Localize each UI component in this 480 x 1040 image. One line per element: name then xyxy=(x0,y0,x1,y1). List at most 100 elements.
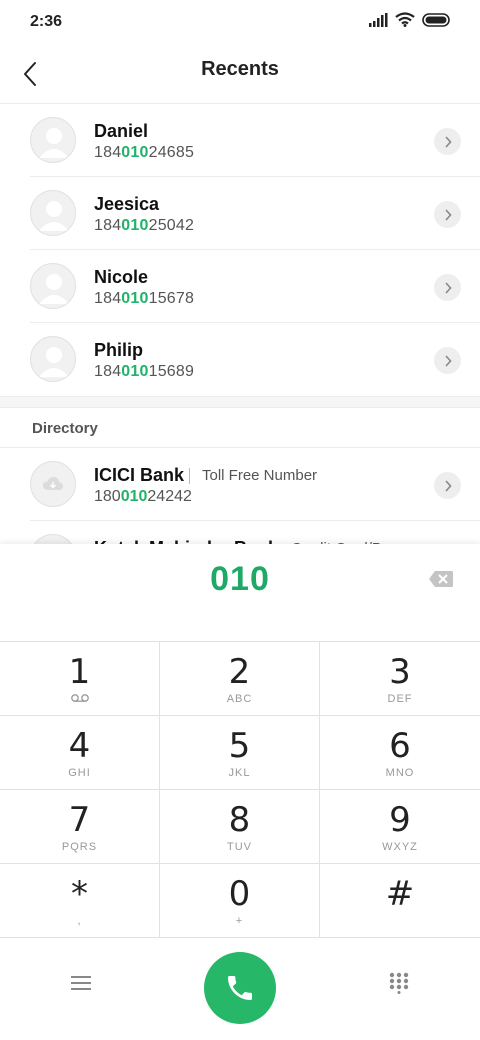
status-time: 2:36 xyxy=(30,13,63,30)
dialed-number: 010 xyxy=(210,560,270,598)
recent-contact-row[interactable]: Nicole 18401015678 xyxy=(0,250,480,323)
contact-number: 18401015689 xyxy=(94,363,194,381)
directory-number: 18001024242 xyxy=(94,488,192,506)
number-prefix: 180 xyxy=(94,488,121,505)
key-digit: 5 xyxy=(228,726,251,766)
number-prefix: 184 xyxy=(94,290,122,307)
contact-name: Nicole xyxy=(94,267,149,287)
key-digit: 1 xyxy=(68,652,91,692)
contact-number: 18401015678 xyxy=(94,290,194,308)
key-2[interactable]: 2 ABC xyxy=(160,642,320,716)
avatar xyxy=(30,336,76,382)
page-title: Recents xyxy=(201,58,279,80)
key-digit: 4 xyxy=(68,726,91,766)
key-6[interactable]: 6 MNO xyxy=(320,716,480,790)
chevron-right-icon xyxy=(444,281,452,294)
number-suffix: 15678 xyxy=(148,290,195,307)
backspace-button[interactable] xyxy=(428,570,454,590)
dialer-panel: 010 1 2 ABC 3 DEF 4 GHI 5 JKL 6 MNO 7 PQ… xyxy=(0,544,480,1040)
chevron-right-icon xyxy=(444,135,452,148)
key-8[interactable]: 8 TUV xyxy=(160,790,320,864)
chevron-right-icon xyxy=(444,208,452,221)
key-digit: * xyxy=(71,874,88,914)
chevron-right-icon xyxy=(444,479,452,492)
directory-section-header: Directory xyxy=(0,408,480,448)
contact-name: Philip xyxy=(94,340,143,360)
contact-number: 18401024685 xyxy=(94,144,194,162)
key-letters: MNO xyxy=(385,767,415,779)
key-digit: # xyxy=(385,874,415,914)
number-match: 010 xyxy=(120,488,148,505)
keypad: 1 2 ABC 3 DEF 4 GHI 5 JKL 6 MNO 7 PQRS 8… xyxy=(0,642,480,938)
key-letters: PQRS xyxy=(61,841,98,853)
key-letters: + xyxy=(235,915,244,927)
contact-name: Jeesica xyxy=(94,194,160,214)
contact-name: Daniel xyxy=(94,121,149,141)
key-digit: 0 xyxy=(228,874,251,914)
key-hash[interactable]: # xyxy=(320,864,480,938)
battery-icon xyxy=(422,12,452,32)
key-4[interactable]: 4 GHI xyxy=(0,716,160,790)
avatar xyxy=(30,190,76,236)
menu-button[interactable] xyxy=(66,968,96,998)
dial-display: 010 xyxy=(0,544,480,642)
recent-contact-row[interactable]: Jeesica 18401025042 xyxy=(0,177,480,250)
recent-contact-row[interactable]: Daniel 18401024685 xyxy=(0,104,480,177)
signal-icon xyxy=(368,12,388,32)
dialpad-icon xyxy=(389,972,409,994)
key-5[interactable]: 5 JKL xyxy=(160,716,320,790)
key-1[interactable]: 1 xyxy=(0,642,160,716)
backspace-icon xyxy=(429,571,453,587)
dialpad-toggle-button[interactable] xyxy=(384,968,414,998)
header: Recents xyxy=(0,44,480,104)
number-match: 010 xyxy=(121,290,149,307)
key-letters: WXYZ xyxy=(382,841,418,853)
status-bar: 2:36 xyxy=(0,0,480,44)
number-prefix: 184 xyxy=(94,144,122,161)
number-match: 010 xyxy=(121,217,149,234)
key-letters: JKL xyxy=(228,767,251,779)
directory-avatar xyxy=(30,461,76,507)
number-prefix: 184 xyxy=(94,217,122,234)
key-digit: 3 xyxy=(389,652,411,692)
number-match: 010 xyxy=(121,144,149,161)
menu-icon xyxy=(71,976,91,990)
key-star[interactable]: * , xyxy=(0,864,160,938)
key-3[interactable]: 3 DEF xyxy=(320,642,480,716)
key-letters: , xyxy=(77,915,82,927)
key-letters: DEF xyxy=(387,693,413,705)
directory-name: ICICI Bank xyxy=(94,465,185,485)
cloud-icon xyxy=(43,477,63,490)
key-letters: TUV xyxy=(227,841,252,853)
status-icons xyxy=(368,12,452,32)
recent-contact-row[interactable]: Philip 18401015689 xyxy=(0,323,480,396)
phone-icon xyxy=(228,976,252,1000)
contact-details-button[interactable] xyxy=(434,201,461,228)
number-suffix: 25042 xyxy=(148,217,195,234)
key-9[interactable]: 9 WXYZ xyxy=(320,790,480,864)
contact-details-button[interactable] xyxy=(434,128,461,155)
key-letters: ABC xyxy=(226,693,253,705)
contact-details-button[interactable] xyxy=(434,274,461,301)
contact-details-button[interactable] xyxy=(434,347,461,374)
key-digit: 8 xyxy=(228,800,251,840)
number-suffix: 24242 xyxy=(147,488,192,505)
number-suffix: 24685 xyxy=(148,144,195,161)
avatar xyxy=(30,117,76,163)
recents-list: Daniel 18401024685 Jeesica 18401025042 N… xyxy=(0,104,480,551)
number-suffix: 15689 xyxy=(148,363,195,380)
dialer-bottom-bar xyxy=(0,938,480,1040)
separator xyxy=(189,468,190,484)
key-digit: 6 xyxy=(389,726,411,766)
key-digit: 7 xyxy=(68,800,91,840)
number-match: 010 xyxy=(121,363,149,380)
key-7[interactable]: 7 PQRS xyxy=(0,790,160,864)
key-letters: GHI xyxy=(68,767,91,779)
contact-number: 18401025042 xyxy=(94,217,194,235)
section-gap xyxy=(0,396,480,408)
directory-details-button[interactable] xyxy=(434,472,461,499)
call-button[interactable] xyxy=(204,952,276,1024)
key-0[interactable]: 0 + xyxy=(160,864,320,938)
directory-row[interactable]: ICICI Bank Toll Free Number 18001024242 xyxy=(0,448,480,521)
voicemail-icon xyxy=(0,693,159,706)
